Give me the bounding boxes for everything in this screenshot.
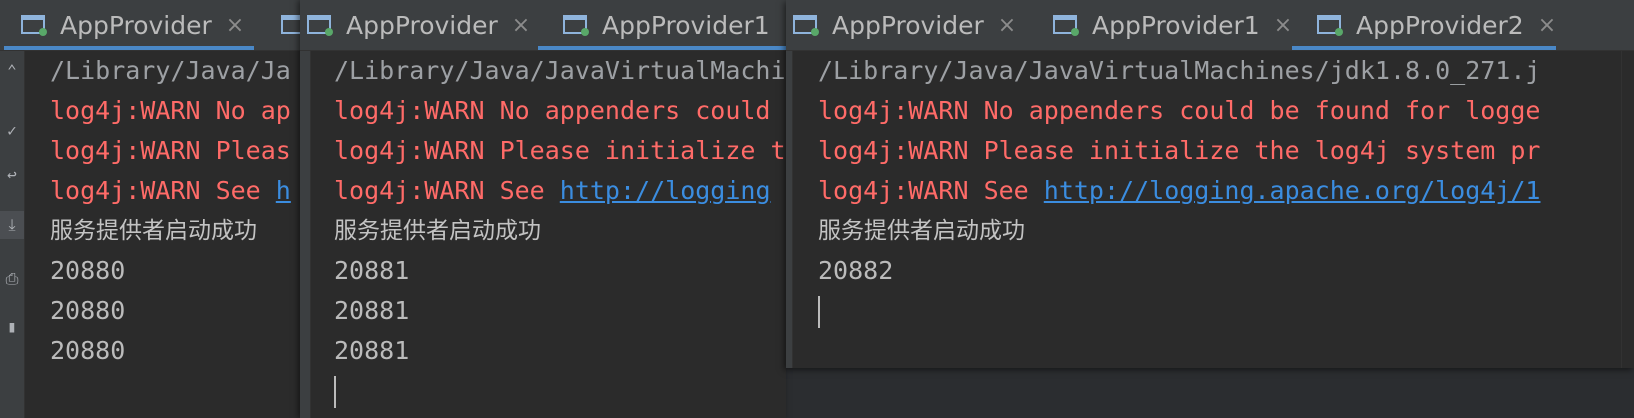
text-cursor xyxy=(818,296,820,328)
port-line: 20882 xyxy=(818,256,894,285)
close-icon[interactable]: × xyxy=(1274,13,1292,38)
port-line: 20881 xyxy=(334,296,410,325)
warn-line: log4j:WARN No ap xyxy=(50,96,291,125)
tab-label: AppProvider1 xyxy=(1092,10,1260,40)
text-cursor xyxy=(334,376,336,408)
port-line: 20880 xyxy=(50,296,126,325)
close-icon[interactable]: × xyxy=(512,13,530,38)
tab-appprovider1[interactable]: AppProvider1 × xyxy=(1042,0,1306,50)
started-message: 服务提供者启动成功 xyxy=(50,218,257,244)
port-line: 20881 xyxy=(334,256,410,285)
tab-label: AppProvider xyxy=(60,10,212,40)
run-config-icon xyxy=(562,13,590,37)
caret-line[interactable] xyxy=(334,371,786,411)
caret-line[interactable] xyxy=(818,291,1620,331)
console-toolbar: ⌃ ✓ ↩ ⤓ ⎙ ▮ xyxy=(0,51,25,418)
port-line: 20880 xyxy=(50,256,126,285)
warn-line: log4j:WARN Pleas xyxy=(50,136,291,165)
run-window-3: AppProvider × AppProvider1 × AppProvider… xyxy=(786,0,1634,368)
run-config-icon xyxy=(280,13,300,37)
warn-line: log4j:WARN No appenders could xyxy=(334,96,771,125)
log4j-link[interactable]: http://logging.apache.org/log4j/1 xyxy=(1044,176,1541,205)
warn-prefix: log4j:WARN See xyxy=(818,176,1044,205)
run-tab-bar: AppProvider × AppProvider1 × xyxy=(300,0,786,51)
run-config-icon xyxy=(1052,13,1080,37)
run-config-icon xyxy=(306,13,334,37)
tab-label: AppProvider xyxy=(832,10,984,40)
console-toolbar xyxy=(300,51,311,418)
java-path-line: /Library/Java/JavaVirtualMachines/jdk1.8… xyxy=(818,56,1541,85)
close-icon[interactable]: × xyxy=(1538,13,1556,38)
log4j-link[interactable]: http://logging xyxy=(560,176,771,205)
wrap-icon[interactable]: ↩ xyxy=(0,161,24,189)
tab-appprovider[interactable]: AppProvider × xyxy=(4,0,254,50)
java-path-line: /Library/Java/JavaVirtualMachi xyxy=(334,56,786,85)
console-toolbar xyxy=(786,51,793,368)
warn-line: log4j:WARN See http://logging xyxy=(334,171,786,211)
tab-appprovider2[interactable]: AppProvider2 × xyxy=(1292,0,1556,50)
log4j-link[interactable]: h xyxy=(276,176,291,205)
tab-label: AppProvider1 xyxy=(602,10,770,40)
run-window-2: AppProvider × AppProvider1 × /Library/Ja… xyxy=(300,0,786,418)
run-tab-bar: AppProvider × xyxy=(0,0,300,51)
check-icon[interactable]: ✓ xyxy=(0,117,24,145)
run-tab-bar: AppProvider × AppProvider1 × AppProvider… xyxy=(786,0,1634,51)
tab-appprovider1[interactable]: AppProvider1 × xyxy=(538,0,786,50)
run-window-1: AppProvider × ⌃ ✓ ↩ ⤓ ⎙ ▮ /Library/Java/… xyxy=(0,0,300,418)
warn-line: log4j:WARN See http://logging.apache.org… xyxy=(818,171,1620,211)
vertical-scrollbar[interactable] xyxy=(1621,51,1634,368)
tab-hidden[interactable] xyxy=(268,0,300,50)
tab-appprovider[interactable]: AppProvider × xyxy=(786,0,1036,50)
started-message: 服务提供者启动成功 xyxy=(818,218,1025,244)
warn-line: log4j:WARN Please initialize the log4j s… xyxy=(818,136,1541,165)
close-icon[interactable]: × xyxy=(998,13,1016,38)
run-config-icon xyxy=(20,13,48,37)
console-output[interactable]: /Library/Java/Ja log4j:WARN No ap log4j:… xyxy=(50,51,300,418)
warn-prefix: log4j:WARN See xyxy=(334,176,560,205)
close-icon[interactable]: × xyxy=(226,13,244,38)
tab-appprovider[interactable]: AppProvider × xyxy=(300,0,532,50)
port-line: 20881 xyxy=(334,336,410,365)
scroll-to-end-icon[interactable]: ⤓ xyxy=(0,211,24,239)
tab-label: AppProvider xyxy=(346,10,498,40)
delete-icon[interactable]: ▮ xyxy=(0,313,24,341)
warn-line: log4j:WARN See h xyxy=(50,171,300,211)
scroll-up-icon[interactable]: ⌃ xyxy=(0,57,24,85)
print-icon[interactable]: ⎙ xyxy=(0,265,24,293)
port-line: 20880 xyxy=(50,336,126,365)
run-config-icon xyxy=(792,13,820,37)
tab-label: AppProvider2 xyxy=(1356,10,1524,40)
console-output[interactable]: /Library/Java/JavaVirtualMachines/jdk1.8… xyxy=(818,51,1620,368)
java-path-line: /Library/Java/Ja xyxy=(50,56,291,85)
console-output[interactable]: /Library/Java/JavaVirtualMachi log4j:WAR… xyxy=(334,51,786,418)
run-config-icon xyxy=(1316,13,1344,37)
started-message: 服务提供者启动成功 xyxy=(334,218,541,244)
warn-line: log4j:WARN No appenders could be found f… xyxy=(818,96,1541,125)
warn-line: log4j:WARN Please initialize t xyxy=(334,136,786,165)
warn-prefix: log4j:WARN See xyxy=(50,176,276,205)
